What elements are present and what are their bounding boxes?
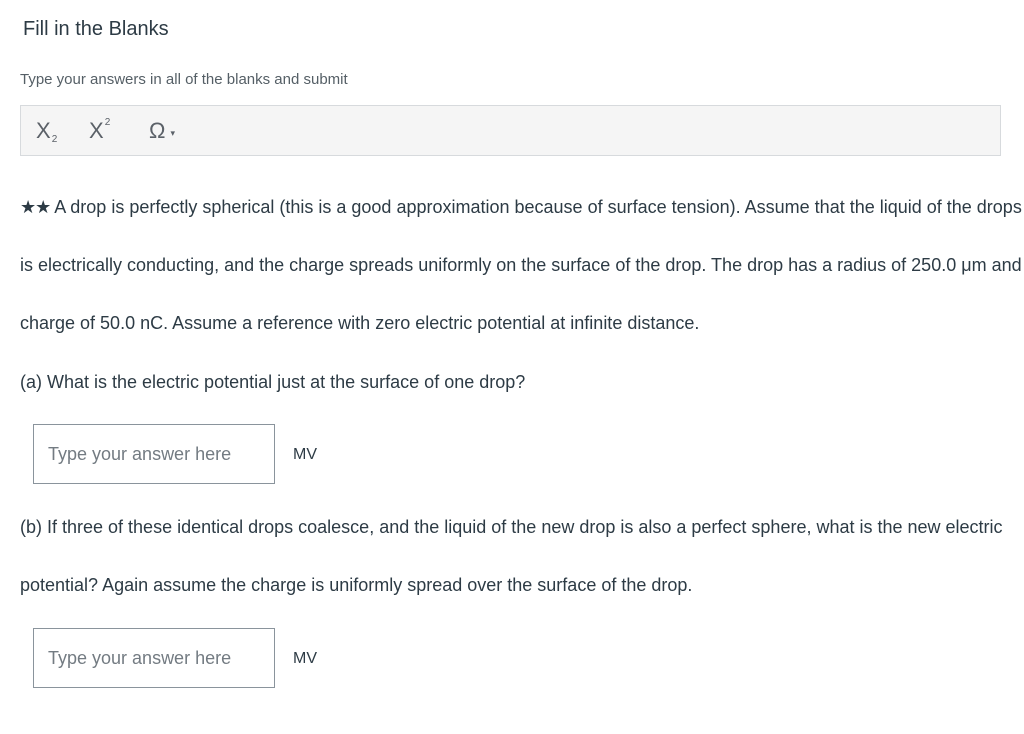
question-line-1: ★★ A drop is perfectly spherical (this is…	[20, 196, 1022, 218]
instructions-text: Type your answers in all of the blanks a…	[20, 71, 348, 88]
answer-b-input[interactable]	[34, 629, 274, 687]
difficulty-stars: ★★	[20, 197, 51, 217]
answer-a-box	[33, 424, 275, 484]
answer-a-unit: MV	[293, 446, 317, 463]
special-characters-button[interactable]: Ω ▾	[149, 117, 175, 145]
question-line-3: charge of 50.0 nC. Assume a reference wi…	[20, 313, 700, 333]
subscript-mark: 2	[51, 133, 58, 145]
subscript-icon: X	[36, 118, 51, 143]
page-title: Fill in the Blanks	[23, 18, 169, 40]
answer-b-unit: MV	[293, 650, 317, 667]
answer-a-input[interactable]	[34, 425, 274, 483]
subscript-button[interactable]: X2	[36, 117, 57, 145]
question-text-1: A drop is perfectly spherical (this is a…	[54, 197, 1022, 217]
superscript-icon: X	[89, 118, 104, 143]
omega-icon: Ω	[149, 118, 166, 143]
superscript-button[interactable]: X2	[89, 117, 110, 145]
answer-b-box	[33, 628, 275, 688]
part-a-prompt: (a) What is the electric potential just …	[20, 372, 526, 392]
superscript-mark: 2	[104, 116, 111, 128]
part-b-prompt-line-1: (b) If three of these identical drops co…	[20, 517, 1003, 537]
part-b-prompt-line-2: potential? Again assume the charge is un…	[20, 575, 693, 595]
chevron-down-icon: ▾	[170, 127, 175, 138]
question-line-2: is electrically conducting, and the char…	[20, 255, 1024, 275]
formatting-toolbar: X2 X2 Ω ▾	[20, 105, 1001, 156]
